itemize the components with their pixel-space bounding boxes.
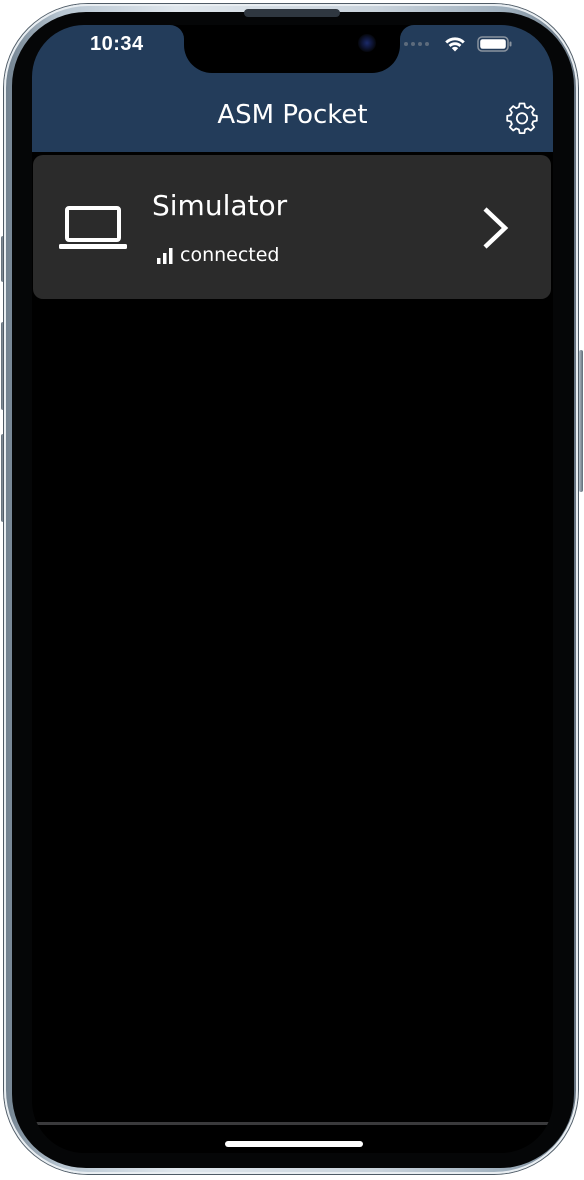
settings-button[interactable] <box>504 99 540 135</box>
device-row-simulator[interactable]: Simulator connected <box>33 155 551 299</box>
battery-icon <box>477 36 512 52</box>
navigation-header: 10:34 ASM Pocket <box>32 25 553 152</box>
status-icons <box>404 34 513 54</box>
speaker-slot <box>244 9 340 17</box>
cellular-dots-icon <box>404 42 429 46</box>
laptop-icon <box>59 206 127 249</box>
device-status: connected <box>180 244 280 266</box>
device-name: Simulator <box>152 189 288 222</box>
wifi-icon <box>445 37 465 52</box>
gear-icon <box>506 102 538 134</box>
page-title: ASM Pocket <box>217 100 368 130</box>
power-button <box>579 350 583 492</box>
page: 10:34 ASM Pocket Simulator connected <box>0 0 584 1180</box>
home-indicator[interactable] <box>225 1141 363 1147</box>
chevron-right-icon[interactable] <box>477 205 513 251</box>
bottom-divider <box>32 1122 553 1125</box>
status-time: 10:34 <box>90 33 144 55</box>
front-camera <box>358 34 376 52</box>
signal-bars-icon <box>157 248 173 264</box>
app-screen: 10:34 ASM Pocket Simulator connected <box>32 25 553 1153</box>
notch <box>184 25 400 73</box>
